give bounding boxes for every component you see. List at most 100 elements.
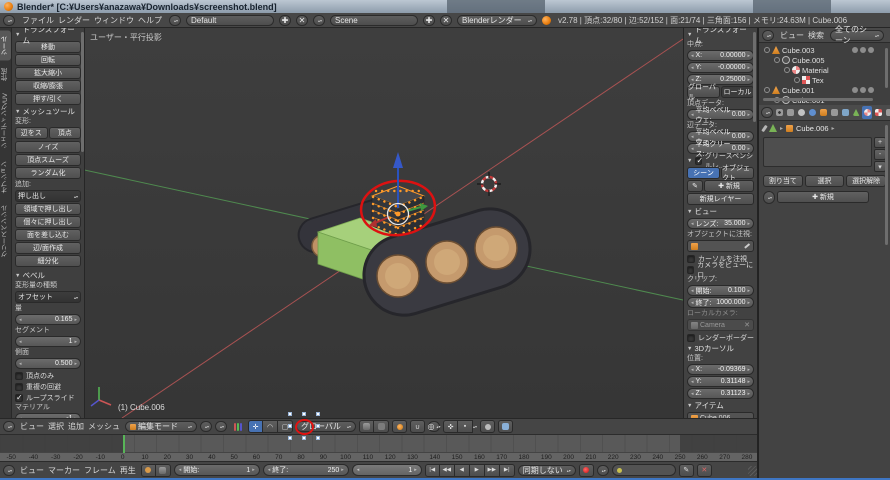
local-toggle[interactable]: ローカル (721, 86, 754, 98)
playback-button[interactable]: |◀ (425, 464, 440, 477)
menubar-item[interactable]: ヘルプ (136, 16, 164, 25)
tool-button[interactable]: ノイズ (15, 141, 81, 153)
gp-source-tab[interactable]: オブジェクト (721, 167, 754, 179)
screen-layout-name[interactable]: Default (186, 15, 274, 26)
tool-button[interactable]: 辺をス (15, 127, 48, 139)
editor-type-selector[interactable]: ▴▾ (3, 421, 15, 432)
menubar-item[interactable]: ビュー (18, 466, 46, 475)
tool-button[interactable]: 頂点スムーズ (15, 154, 81, 166)
material-browse[interactable]: ▴▾ (763, 191, 775, 204)
toolshelf-tab[interactable]: ツール (0, 31, 11, 61)
render-icon[interactable] (868, 47, 874, 53)
selectability-icon[interactable] (860, 47, 866, 53)
properties-tab[interactable] (873, 106, 883, 119)
current-frame-field[interactable]: ◂1▸ (352, 464, 422, 476)
outliner-row[interactable]: Cube.003 (761, 45, 888, 55)
tool-button[interactable]: 辺/面作成 (15, 242, 81, 254)
tool-button[interactable]: 面を差し込む (15, 229, 81, 241)
scene-name[interactable]: Scene (330, 15, 418, 26)
snap-magnet-icon[interactable]: ✜ (443, 420, 458, 433)
toolshelf-tab[interactable]: オプション (0, 156, 11, 199)
properties-tab[interactable] (840, 106, 850, 119)
record-button[interactable] (579, 464, 594, 477)
material-action-button[interactable]: 選択解除 (846, 175, 886, 187)
segments-slider[interactable]: ◂1▸ (15, 336, 81, 347)
expander-icon[interactable] (774, 57, 780, 63)
limit-selection-icon[interactable] (359, 420, 374, 433)
toolshelf-tab[interactable]: 作成 (0, 63, 11, 86)
playback-button[interactable]: ▶ (470, 464, 485, 477)
orientation-select[interactable]: グローバル▴▾ (296, 421, 356, 432)
cursor-location-field[interactable]: ◂Z:0.31123▸ (687, 388, 754, 399)
gp-draw-icon[interactable]: ✎ (687, 180, 703, 192)
insert-keyframe-icon[interactable]: ✎ (679, 464, 694, 477)
clip-end-field[interactable]: ◂終了:1000.000▸ (687, 297, 754, 308)
render-opengl-icon[interactable] (480, 420, 495, 433)
outliner-row[interactable]: Cube.005 (761, 55, 888, 65)
mode-select[interactable]: 編集モード▴▾ (125, 421, 197, 432)
gp-new-layer-button[interactable]: 新規レイヤー (687, 193, 754, 205)
pivot-center-icon[interactable] (392, 420, 407, 433)
cursor-location-field[interactable]: ◂X:-0.09369▸ (687, 364, 754, 375)
extrude-dropdown[interactable]: 押し出し▴▾ (15, 190, 81, 202)
properties-tab[interactable] (829, 106, 839, 119)
menubar-item[interactable]: フレーム (82, 466, 118, 475)
playback-button[interactable]: ◀ (455, 464, 470, 477)
pin-icon[interactable] (761, 124, 767, 131)
scene-add-button[interactable]: ✚ (423, 15, 435, 26)
tool-button[interactable]: 個々に押し出し (15, 216, 81, 228)
menubar-item[interactable]: 選択 (46, 422, 66, 431)
editor-type-selector[interactable]: ▴▾ (761, 107, 773, 118)
toolshelf-scrollbar[interactable] (81, 32, 84, 152)
editor-type-selector[interactable]: ▴▾ (3, 465, 15, 476)
eyedropper-icon[interactable] (744, 243, 750, 248)
menubar-item[interactable]: マーカー (46, 466, 82, 475)
render-icon[interactable] (868, 87, 874, 93)
expander-icon[interactable] (794, 77, 800, 83)
bevel-checkbox[interactable]: 重複の回避 (15, 381, 81, 392)
menubar-item[interactable]: ウィンドウ (92, 16, 136, 25)
scene-browse[interactable]: ▴▾ (313, 15, 325, 26)
autokey-mode-select[interactable]: ▴▾ (597, 465, 609, 476)
tool-button[interactable]: 領域で押し出し (15, 203, 81, 215)
menubar-item[interactable]: 追加 (66, 422, 86, 431)
tool-button[interactable]: 細分化 (15, 255, 81, 267)
properties-tab[interactable] (862, 106, 872, 119)
gp-new-button[interactable]: ✚ 新規 (704, 180, 754, 192)
editor-type-selector[interactable]: ▴▾ (762, 30, 774, 41)
menubar-item[interactable]: 検索 (806, 31, 826, 40)
panel-header-transform[interactable]: ▼トランスフォーム (15, 29, 81, 40)
playback-button[interactable]: ▶▶ (485, 464, 500, 477)
selectability-icon[interactable] (860, 87, 866, 93)
pivot-point-select[interactable]: ▴▾ (215, 421, 227, 432)
lock-object-field[interactable] (687, 240, 754, 252)
sync-mode-select[interactable]: 同期しない▴▾ (518, 465, 576, 476)
tool-button[interactable]: 拡大縮小 (15, 67, 81, 79)
properties-tab[interactable] (785, 106, 795, 119)
vertex-data-field[interactable]: ◂平均ベベルウェ:0.00▸ (687, 109, 754, 120)
properties-tab[interactable] (884, 106, 890, 119)
gp-source-tab[interactable]: シーン (687, 167, 720, 179)
panel-header-view[interactable]: ▼ビュー (687, 206, 754, 217)
median-field[interactable]: ◂X:0.00000▸ (687, 50, 754, 61)
cursor-location-field[interactable]: ◂Y:0.31148▸ (687, 376, 754, 387)
viewport-3d[interactable]: ユーザー・平行投影 (1) Cube.006 (85, 28, 683, 418)
tool-button[interactable]: 収縮/膨張 (15, 80, 81, 92)
amount-slider[interactable]: ◂0.165▸ (15, 314, 81, 325)
material-action-button[interactable]: 割り当て (763, 175, 803, 187)
menubar-item[interactable]: 再生 (118, 466, 138, 475)
snap-icon[interactable]: ∪ (410, 420, 425, 433)
properties-tab[interactable] (851, 106, 861, 119)
outliner-hscrollbar[interactable] (763, 98, 873, 101)
display-mode-select[interactable]: 全てのシーン▴▾ (830, 30, 884, 41)
end-frame-field[interactable]: ◂終了:250▸ (263, 464, 349, 476)
bevel-checkbox[interactable]: 頂点のみ (15, 370, 81, 381)
expander-icon[interactable] (784, 67, 790, 73)
keying-set-field[interactable] (612, 464, 676, 476)
layout-add-button[interactable]: ✚ (279, 15, 291, 26)
timeline-ruler[interactable]: -50-40-30-20-100102030405060708090100110… (0, 452, 758, 461)
current-frame-indicator[interactable] (123, 435, 125, 453)
properties-tab[interactable] (818, 106, 828, 119)
clip-start-field[interactable]: ◂開始:0.100▸ (687, 285, 754, 296)
material-new-button[interactable]: ✚ 新規 (777, 191, 869, 203)
